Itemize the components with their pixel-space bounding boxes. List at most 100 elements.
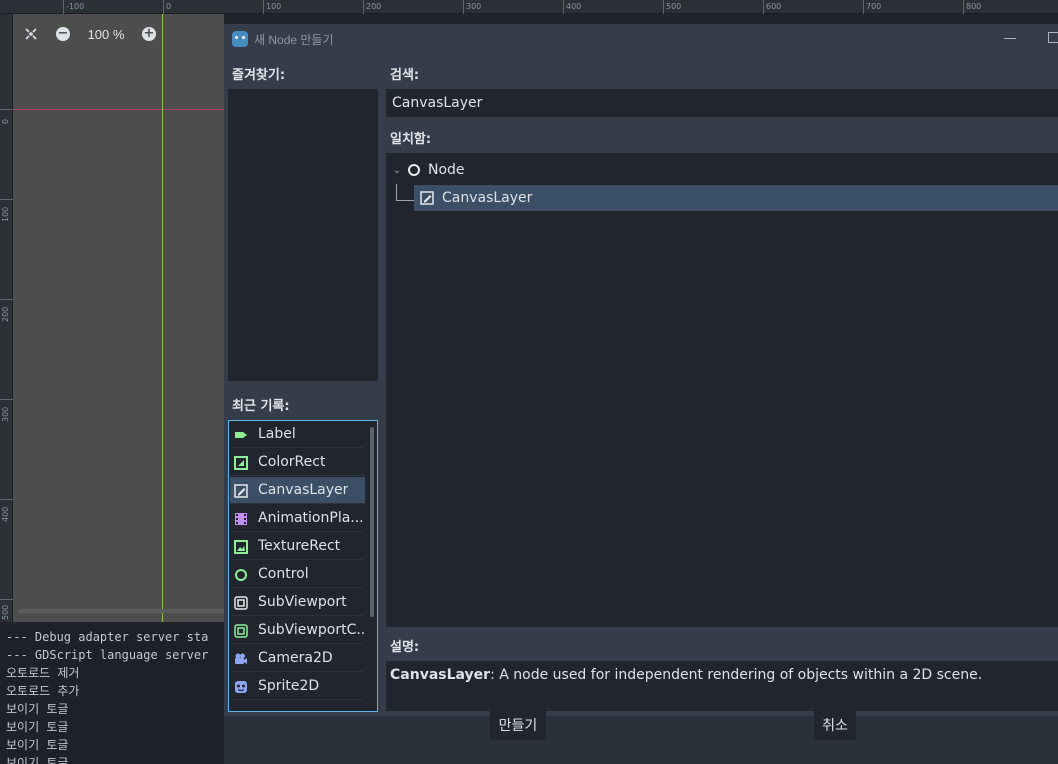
dialog-body: 즐겨찾기: 최근 기록: Label ColorRect CanvasLayer… <box>224 54 1058 764</box>
description-panel: CanvasLayer: A node used for independent… <box>386 661 1058 711</box>
recent-item-control[interactable]: Control <box>230 561 365 588</box>
canvaslayer-icon <box>234 483 248 498</box>
description-label: 설명: <box>390 640 420 655</box>
editor-window: 0 100 200 300 400 500 − 100 % + -100 0 1… <box>0 0 1058 764</box>
search-label: 검색: <box>390 68 420 83</box>
recent-item-canvaslayer[interactable]: CanvasLayer <box>230 477 365 504</box>
tree-connector <box>396 184 397 201</box>
log-line: 오토로드 제거 <box>6 666 80 680</box>
node-icon <box>408 164 420 176</box>
animationplayer-icon <box>234 511 248 525</box>
recent-list-scrollbar[interactable] <box>370 427 374 617</box>
description-class-name: CanvasLayer <box>390 667 491 683</box>
recent-item-text: SubViewportC... <box>258 622 365 638</box>
subviewportcontainer-icon <box>234 623 248 638</box>
godot-logo-icon <box>232 31 248 47</box>
description-text: : A node used for independent rendering … <box>490 667 983 683</box>
create-node-dialog: 새 Node 만들기 즐겨찾기: 최근 기록: Label ColorRect … <box>224 24 1058 764</box>
control-icon <box>234 567 248 581</box>
favorites-list[interactable] <box>228 89 378 381</box>
dialog-title: 새 Node 만들기 <box>254 32 334 47</box>
ruler-label: 700 <box>866 2 882 11</box>
recent-item-text: Camera2D <box>258 650 333 666</box>
recent-item-text: Sprite2D <box>258 678 320 694</box>
ruler-label: 600 <box>766 2 782 11</box>
recent-list[interactable]: Label ColorRect CanvasLayer AnimationPla… <box>228 420 378 712</box>
viewport-zoom-toolbar: − 100 % + <box>20 22 160 46</box>
chevron-down-icon[interactable]: ⌄ <box>390 165 404 176</box>
label-icon <box>234 427 248 441</box>
output-log-panel[interactable]: --- Debug adapter server sta --- GDScrip… <box>0 624 224 764</box>
vertical-ruler: 0 100 200 300 400 500 <box>0 14 13 622</box>
create-button[interactable]: 만들기 <box>490 710 546 740</box>
subviewport-icon <box>234 595 248 610</box>
ruler-label: 500 <box>666 2 682 11</box>
log-line: 보이기 토글 <box>6 702 69 716</box>
ruler-label: -100 <box>66 2 85 11</box>
sprite2d-icon <box>234 679 248 693</box>
recent-item-texturerect[interactable]: TextureRect <box>230 533 365 560</box>
horizontal-ruler: -100 0 100 200 300 400 500 600 700 800 <box>0 0 1058 14</box>
recent-item-colorrect[interactable]: ColorRect <box>230 449 365 476</box>
tree-item-canvaslayer[interactable]: CanvasLayer <box>414 185 1058 211</box>
dialog-footer: 만들기 취소 <box>224 710 1058 764</box>
favorites-label: 즐겨찾기: <box>232 68 286 83</box>
recent-item-text: Label <box>258 426 296 442</box>
cancel-button[interactable]: 취소 <box>814 710 856 740</box>
recent-item-text: ColorRect <box>258 454 326 470</box>
log-line: --- GDScript language server <box>6 648 209 662</box>
ruler-label: 0 <box>1 118 10 124</box>
zoom-in-button[interactable]: + <box>138 23 160 45</box>
ruler-label: 400 <box>566 2 582 11</box>
ruler-label: 400 <box>1 506 10 522</box>
plus-icon: + <box>142 26 156 41</box>
x-axis-guide <box>13 109 224 110</box>
tree-item-label: CanvasLayer <box>442 190 533 206</box>
zoom-out-button[interactable]: − <box>52 23 74 45</box>
dialog-titlebar[interactable]: 새 Node 만들기 <box>224 24 1058 54</box>
tree-item-node[interactable]: ⌄ Node <box>390 157 1058 183</box>
center-view-button[interactable] <box>20 23 42 45</box>
ruler-label: 100 <box>1 206 10 222</box>
log-line: 보이기 토글 <box>6 720 69 734</box>
camera2d-icon <box>234 651 248 665</box>
canvas-viewport[interactable]: 0 100 200 300 400 500 − 100 % + <box>0 0 224 622</box>
zoom-reset-button[interactable]: 100 % <box>84 27 128 42</box>
log-line: 보이기 토글 <box>6 738 69 752</box>
minimize-button[interactable] <box>1004 38 1016 39</box>
recent-item-text: Control <box>258 566 309 582</box>
recent-item-subviewportcontainer[interactable]: SubViewportC... <box>230 617 365 644</box>
tree-item-label: Node <box>428 162 465 178</box>
y-axis-guide <box>162 14 163 622</box>
recent-item-text: TextureRect <box>258 538 341 554</box>
log-line: 오토로드 추가 <box>6 684 80 698</box>
canvaslayer-icon <box>420 191 434 205</box>
ruler-label: 800 <box>966 2 982 11</box>
log-line: --- Debug adapter server sta <box>6 630 209 644</box>
recent-item-animationplayer[interactable]: AnimationPla... <box>230 505 365 532</box>
recent-item-text: AnimationPla... <box>258 510 364 526</box>
ruler-label: 200 <box>1 306 10 322</box>
ruler-label: 300 <box>1 406 10 422</box>
ruler-label: 200 <box>366 2 382 11</box>
ruler-label: 100 <box>266 2 282 11</box>
maximize-button[interactable] <box>1048 32 1058 43</box>
matches-label: 일치함: <box>390 132 432 147</box>
recent-item-camera2d[interactable]: Camera2D <box>230 645 365 672</box>
recent-item-subviewport[interactable]: SubViewport <box>230 589 365 616</box>
ruler-label: 300 <box>466 2 482 11</box>
ruler-label: 500 <box>1 604 10 620</box>
viewport-horizontal-scrollbar[interactable] <box>18 609 224 613</box>
recent-item-label[interactable]: Label <box>230 421 365 448</box>
log-line: 보이기 토글 <box>6 756 69 764</box>
recent-label: 최근 기록: <box>232 399 290 414</box>
tree-connector <box>396 200 414 201</box>
matches-tree[interactable]: ⌄ Node CanvasLayer <box>386 153 1058 627</box>
recent-item-text: SubViewport <box>258 594 347 610</box>
texturerect-icon <box>234 539 248 554</box>
recent-item-sprite2d[interactable]: Sprite2D <box>230 673 365 700</box>
center-view-icon <box>25 28 37 40</box>
ruler-label: 0 <box>166 2 172 11</box>
search-input[interactable]: CanvasLayer <box>386 89 1058 117</box>
recent-item-text: CanvasLayer <box>258 482 349 498</box>
